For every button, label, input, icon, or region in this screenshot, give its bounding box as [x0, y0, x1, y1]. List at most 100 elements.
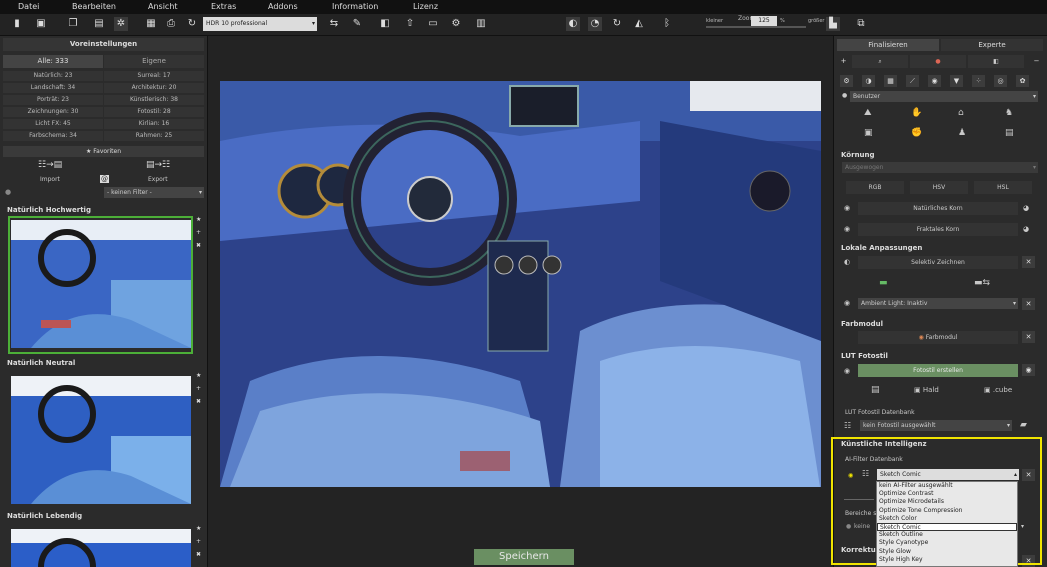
add-icon[interactable]: +: [837, 55, 850, 67]
filter-select[interactable]: - keinen Filter - ▾: [104, 187, 204, 198]
frame-icon[interactable]: ▤: [1005, 128, 1014, 138]
thumb-star-icon[interactable]: ★: [196, 525, 201, 532]
hand-icon[interactable]: ✋: [911, 108, 922, 118]
tools-icon[interactable]: ✲: [114, 17, 128, 31]
import-icon[interactable]: ☷→▤: [38, 160, 62, 170]
minus-icon[interactable]: −: [1030, 55, 1043, 67]
folder-icon[interactable]: ▰: [1020, 420, 1027, 430]
half-circle-icon[interactable]: ◐: [844, 258, 850, 266]
category-frames[interactable]: Rahmen: 25: [104, 131, 204, 141]
lut-import-icon[interactable]: ▤: [871, 385, 880, 395]
person-icon[interactable]: ♟: [958, 128, 966, 138]
thumb-plus-icon[interactable]: +: [196, 229, 201, 236]
clock-icon[interactable]: ◔: [588, 17, 602, 31]
ai-option-selected[interactable]: Sketch Comic: [877, 522, 1017, 532]
tab-own[interactable]: Eigene: [104, 55, 204, 68]
search-button[interactable]: ⌕: [852, 55, 908, 68]
ai-option[interactable]: Style Cyanotype: [877, 539, 1017, 547]
prism-icon[interactable]: ▼: [950, 75, 963, 87]
ai-option[interactable]: Sketch Outline: [877, 531, 1017, 539]
close-icon[interactable]: ✕: [1022, 331, 1035, 343]
preset-thumb-natural-neutral[interactable]: [11, 376, 191, 504]
category-portrait[interactable]: Porträt: 23: [3, 95, 103, 105]
building-icon[interactable]: ⌂: [958, 108, 964, 118]
save-icon[interactable]: ▦: [144, 17, 158, 31]
film-icon[interactable]: ▣: [864, 128, 873, 138]
category-colorscheme[interactable]: Farbschema: 34: [3, 131, 103, 141]
close-icon[interactable]: ✕: [1022, 298, 1035, 310]
refresh-icon[interactable]: ↻: [185, 17, 199, 31]
preset-select[interactable]: HDR 10 professional ▾: [203, 17, 317, 31]
ai-option[interactable]: Style Glow: [877, 548, 1017, 556]
compare-icon[interactable]: ⇆: [327, 17, 341, 31]
landscape-icon[interactable]: ⛰: [864, 108, 872, 118]
settings-icon[interactable]: ⚙: [840, 75, 853, 87]
ai-option[interactable]: Optimize Contrast: [877, 490, 1017, 498]
eye-icon[interactable]: ◉: [844, 225, 850, 233]
thumb-delete-icon[interactable]: ✖: [196, 398, 201, 405]
eye-icon[interactable]: ◉: [844, 299, 850, 307]
preview-icon[interactable]: ◐: [566, 17, 580, 31]
category-lightfx[interactable]: Licht FX: 45: [3, 119, 103, 129]
new-icon[interactable]: ▮: [10, 17, 24, 31]
curve-icon[interactable]: ⟋: [906, 75, 919, 87]
thumb-star-icon[interactable]: ★: [196, 372, 201, 379]
hand-gear-icon[interactable]: ✊: [911, 128, 922, 138]
grain-select[interactable]: Ausgewogen ▾: [842, 162, 1038, 173]
flip-icon[interactable]: ◭: [632, 17, 646, 31]
settings-icon[interactable]: ⚙: [449, 17, 463, 31]
mask-swap-icon[interactable]: ▬⇆: [974, 278, 990, 288]
category-landscape[interactable]: Landschaft: 34: [3, 83, 103, 93]
view-icon[interactable]: ◉: [1022, 364, 1035, 376]
category-natural[interactable]: Natürlich: 23: [3, 71, 103, 81]
selective-draw-button[interactable]: Selektiv Zeichnen: [858, 256, 1018, 269]
eye-icon[interactable]: ◉: [844, 367, 850, 375]
zoom-input[interactable]: 125: [751, 16, 777, 26]
mode-hsv-button[interactable]: HSV: [910, 181, 968, 194]
menu-bearbeiten[interactable]: Bearbeiten: [72, 2, 116, 11]
user-select[interactable]: Benutzer ▾: [850, 91, 1038, 102]
menu-ansicht[interactable]: Ansicht: [148, 2, 178, 11]
favorites-button[interactable]: ★ Favoriten: [3, 146, 204, 157]
eye-icon[interactable]: ◉: [844, 204, 850, 212]
mode-hsl-button[interactable]: HSL: [974, 181, 1032, 194]
bluetooth-icon[interactable]: ᛒ: [660, 17, 674, 31]
thumb-delete-icon[interactable]: ✖: [196, 551, 201, 558]
thumb-delete-icon[interactable]: ✖: [196, 242, 201, 249]
at-icon[interactable]: @: [100, 175, 109, 183]
main-image[interactable]: [220, 81, 821, 487]
contrast-icon[interactable]: ◑: [862, 75, 875, 87]
histogram-icon[interactable]: ▥: [474, 17, 488, 31]
ai-option[interactable]: Style High Key: [877, 556, 1017, 564]
import-label[interactable]: Import: [40, 176, 60, 183]
landscape-mask-icon[interactable]: ▬: [879, 278, 888, 288]
lock-icon[interactable]: ▙: [826, 17, 840, 31]
ambient-select[interactable]: Ambient Light: Inaktiv ▾: [858, 298, 1018, 309]
category-surreal[interactable]: Surreal: 17: [104, 71, 204, 81]
export-label[interactable]: Export: [148, 176, 168, 183]
export-icon[interactable]: ▤→☷: [146, 160, 170, 170]
rotate-icon[interactable]: ↻: [610, 17, 624, 31]
menu-lizenz[interactable]: Lizenz: [413, 2, 438, 11]
tab-expert[interactable]: Experte: [941, 39, 1043, 51]
gear-icon[interactable]: ✿: [1016, 75, 1029, 87]
brush-icon[interactable]: ✎: [350, 17, 364, 31]
thumb-star-icon[interactable]: ★: [196, 216, 201, 223]
category-artistic[interactable]: Künstlerisch: 38: [104, 95, 204, 105]
menu-extras[interactable]: Extras: [211, 2, 236, 11]
close-icon[interactable]: ✕: [1022, 256, 1035, 268]
animal-icon[interactable]: ♞: [1005, 108, 1013, 118]
category-architecture[interactable]: Architektur: 20: [104, 83, 204, 93]
split-icon[interactable]: ◧: [378, 17, 392, 31]
color-module-button[interactable]: ◉ Farbmodul: [858, 331, 1018, 344]
category-photostyle[interactable]: Fotostil: 28: [104, 107, 204, 117]
zoom-slider[interactable]: [706, 26, 806, 28]
window-icon[interactable]: ⧉: [854, 17, 868, 31]
fractal-grain-button[interactable]: Fraktales Korn: [858, 223, 1018, 236]
tab-all[interactable]: Alle: 333: [3, 55, 103, 68]
tab-finalize[interactable]: Finalisieren: [837, 39, 939, 51]
ai-option[interactable]: Optimize Microdetails: [877, 498, 1017, 506]
preset-thumb-natural-vivid[interactable]: [11, 529, 191, 567]
ai-option[interactable]: kein AI-Filter ausgewählt: [877, 482, 1017, 490]
cube-button[interactable]: ▣ .cube: [984, 386, 1012, 394]
